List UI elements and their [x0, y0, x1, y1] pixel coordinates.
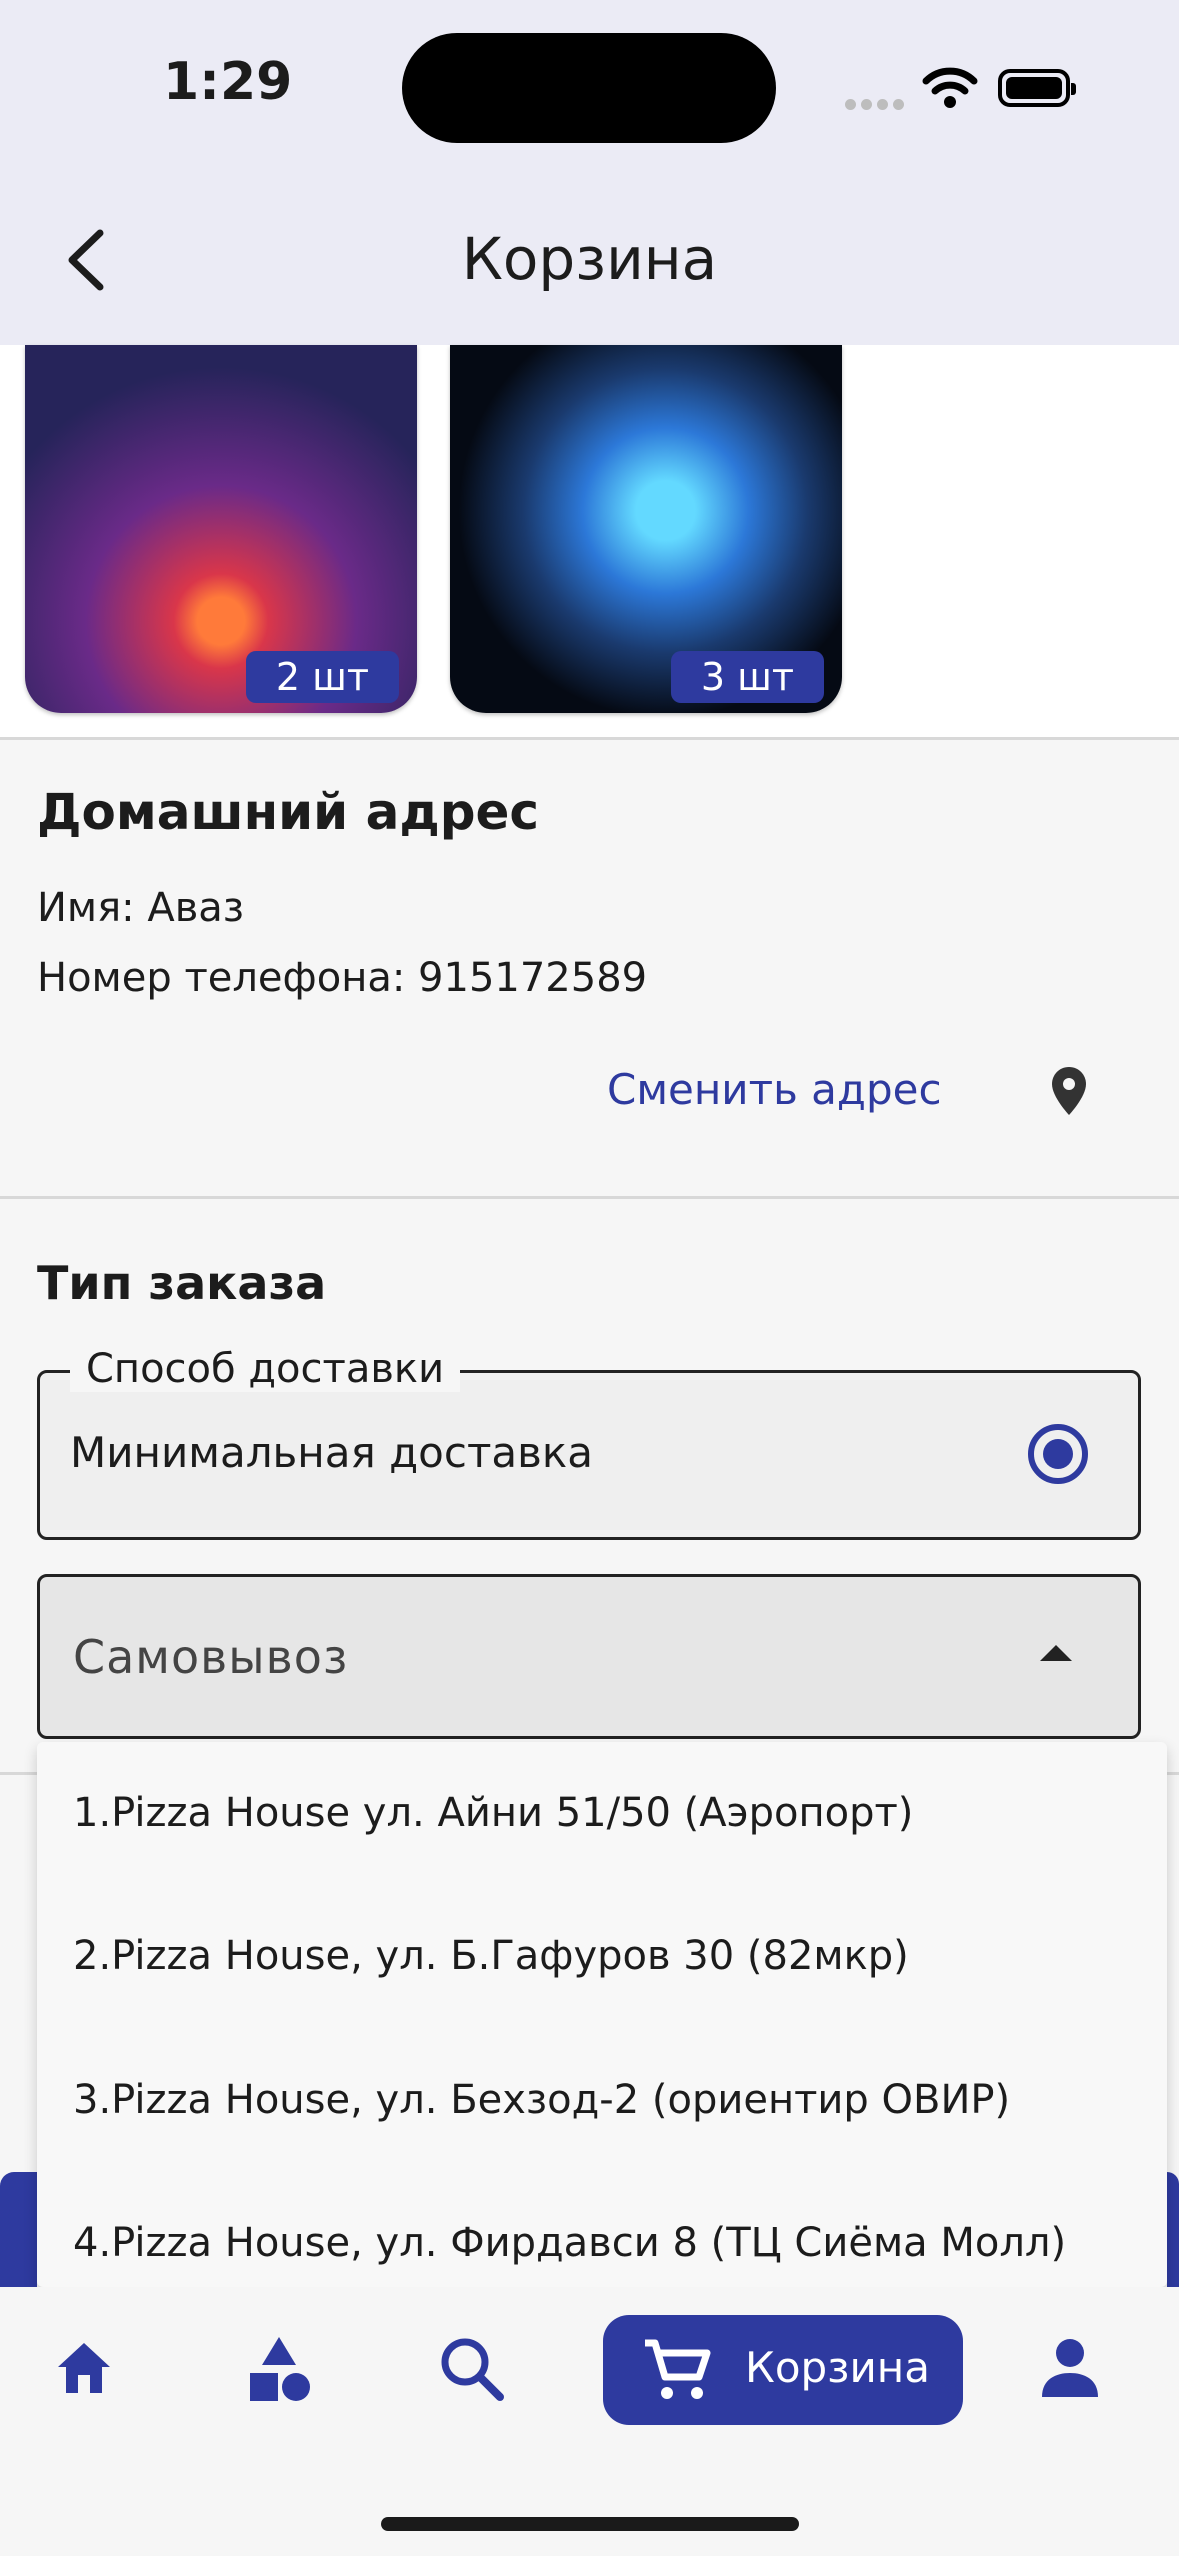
pickup-option[interactable]: 4.Pizza House, ул. Фирдавси 8 (ТЦ Сиёма …: [73, 2220, 1066, 2266]
cart-icon: [645, 2339, 711, 2399]
delivery-radio[interactable]: [1028, 1424, 1088, 1484]
wifi-icon: [922, 65, 978, 113]
address-name: Имя: Аваз: [37, 885, 245, 931]
search-icon: [441, 2338, 504, 2401]
quantity-badge: 2 шт: [245, 651, 399, 703]
bottom-navigation: [0, 2287, 1179, 2556]
pickup-options-menu: 1.Pizza House ул. Айни 51/50 (Аэропорт) …: [37, 1742, 1167, 2287]
change-address-button[interactable]: Сменить адрес: [607, 1065, 942, 1114]
address-title: Домашний адрес: [37, 783, 540, 841]
checkout-button[interactable]: [0, 2172, 37, 2287]
dynamic-island: [402, 33, 776, 143]
pickup-select-value: Самовывоз: [73, 1630, 349, 1684]
cart-products-strip: 2 шт 3 шт: [0, 345, 1179, 740]
checkout-button-edge[interactable]: [1167, 2172, 1179, 2287]
person-icon: [1042, 2339, 1098, 2397]
quantity-badge: 3 шт: [670, 651, 824, 703]
delivery-option-label: Минимальная доставка: [70, 1428, 594, 1477]
cellular-signal-icon: [845, 95, 909, 114]
search-tab[interactable]: [438, 2335, 506, 2407]
product-card[interactable]: 2 шт: [25, 345, 417, 713]
page-title: Корзина: [461, 225, 718, 293]
home-tab[interactable]: [52, 2335, 116, 2403]
order-type-title: Тип заказа: [37, 1256, 327, 1310]
address-phone: Номер телефона: 915172589: [37, 955, 648, 1001]
caret-up-icon[interactable]: [1040, 1645, 1072, 1661]
categories-tab[interactable]: [246, 2335, 312, 2409]
shapes-icon: [250, 2337, 310, 2401]
home-icon: [58, 2343, 110, 2393]
home-indicator: [381, 2517, 799, 2531]
delivery-method-label: Способ доставки: [70, 1346, 461, 1392]
section-divider: [0, 1196, 1179, 1199]
location-pin-icon[interactable]: [1050, 1065, 1088, 1121]
pickup-option[interactable]: 2.Pizza House, ул. Б.Гафуров 30 (82мкр): [73, 1933, 909, 1979]
cart-tab[interactable]: Корзина: [603, 2315, 963, 2425]
status-time: 1:29: [163, 52, 293, 112]
pickup-option[interactable]: 1.Pizza House ул. Айни 51/50 (Аэропорт): [73, 1790, 913, 1836]
product-card[interactable]: 3 шт: [450, 345, 842, 713]
profile-tab[interactable]: [1040, 2335, 1100, 2403]
battery-icon: [998, 69, 1076, 107]
cart-tab-label: Корзина: [745, 2343, 931, 2392]
pickup-option[interactable]: 3.Pizza House, ул. Бехзод-2 (ориентир ОВ…: [73, 2077, 1010, 2123]
